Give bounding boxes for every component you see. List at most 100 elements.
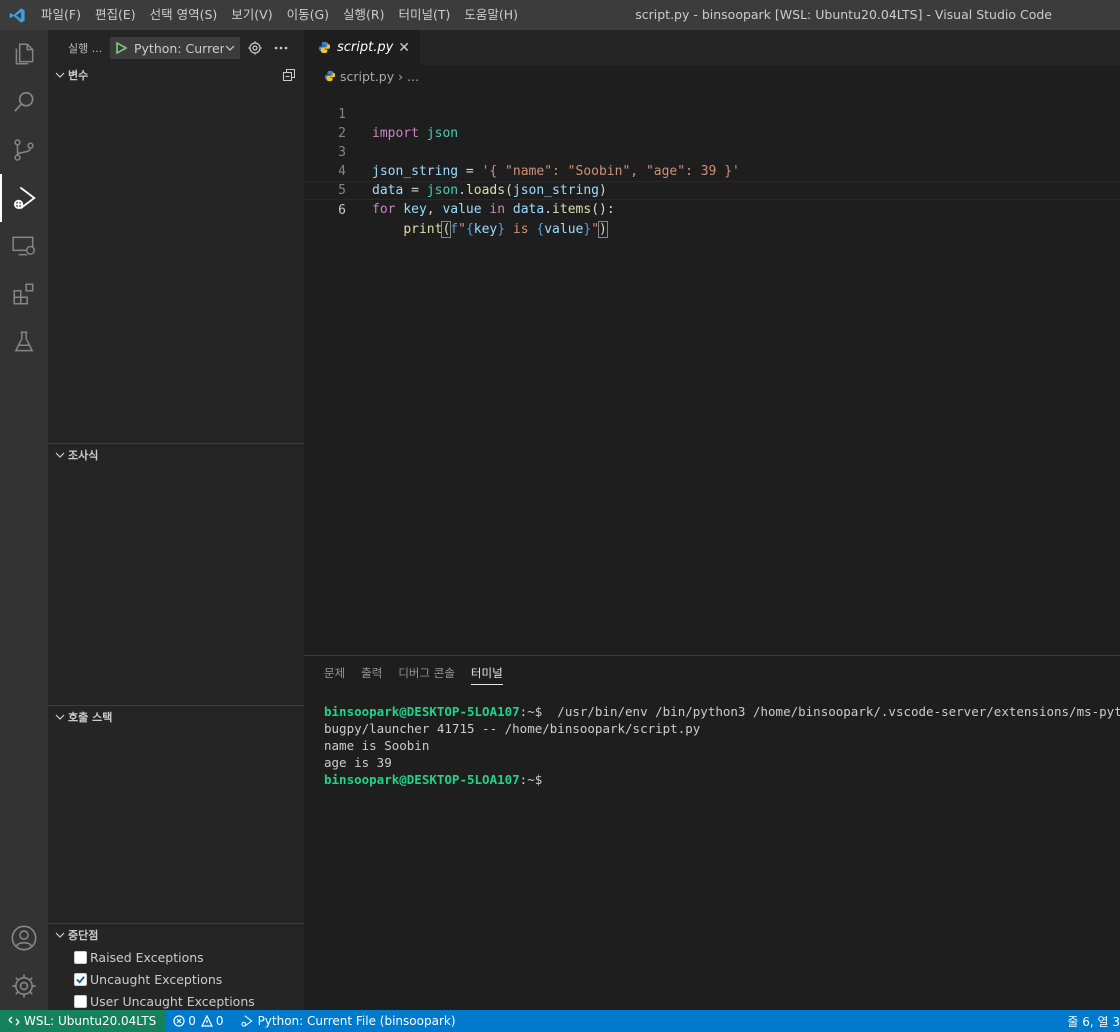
token-variable: key <box>473 222 498 237</box>
breakpoint-raised-exceptions[interactable]: Raised Exceptions <box>48 946 304 968</box>
watch-header[interactable]: 조사식 <box>48 444 304 466</box>
menu-run[interactable]: 실행(R) <box>336 0 391 30</box>
token-variable: data <box>512 202 545 217</box>
breakpoint-uncaught-exceptions[interactable]: Uncaught Exceptions <box>48 968 304 990</box>
breakpoints-section: 중단점 Raised Exceptions Uncaught Exception… <box>48 923 304 1012</box>
menu-help[interactable]: 도움말(H) <box>457 0 525 30</box>
activity-bar <box>0 30 48 1010</box>
remote-icon <box>8 1016 20 1026</box>
remote-label: WSL: Ubuntu20.04LTS <box>24 1014 157 1028</box>
accounts-icon[interactable] <box>0 914 48 962</box>
tab-terminal[interactable]: 터미널 <box>463 656 511 691</box>
breadcrumb-more[interactable]: ... <box>407 69 419 84</box>
callstack-header[interactable]: 호출 스택 <box>48 706 304 728</box>
vscode-window: 파일(F) 편집(E) 선택 영역(S) 보기(V) 이동(G) 실행(R) 터… <box>0 0 1120 1032</box>
sidebar-title: 실행 ... <box>68 41 103 55</box>
tab-label: script.py <box>337 40 394 55</box>
warning-icon <box>200 1015 213 1027</box>
terminal-line: binsoopark@DESKTOP-5LOA107:~$ /usr/bin/e… <box>324 703 1120 720</box>
variables-header[interactable]: 변수 <box>48 64 304 86</box>
start-debugging-icon[interactable] <box>114 41 128 55</box>
watch-title: 조사식 <box>68 449 99 462</box>
cursor-position[interactable]: 줄 6, 열 3 <box>1059 1010 1120 1032</box>
code-editor[interactable]: 1 import json 2 3 json_string = '{ "name… <box>304 86 1120 238</box>
token-keyword: in <box>489 202 506 217</box>
terminal-prompt-suffix: :~$ <box>519 772 543 787</box>
terminal-command: /usr/bin/env /bin/python3 /home/binsoopa… <box>557 704 1120 719</box>
checkbox[interactable] <box>74 994 87 1008</box>
error-icon <box>173 1015 185 1027</box>
source-control-icon[interactable] <box>0 126 48 174</box>
run-debug-icon[interactable] <box>0 174 48 222</box>
menu-terminal[interactable]: 터미널(T) <box>392 0 458 30</box>
launch-config-label: Python: Current File <box>134 40 224 56</box>
debug-icon <box>240 1015 253 1027</box>
token-function: items <box>552 202 592 217</box>
close-icon[interactable]: ✕ <box>398 40 410 56</box>
debug-config-label: Python: Current File (binsoopark) <box>257 1014 456 1028</box>
settings-gear-icon[interactable] <box>246 39 264 57</box>
token-punct: (): <box>591 202 615 217</box>
tab-terminal-label: 터미널 <box>470 666 503 685</box>
breadcrumb-file[interactable]: script.py <box>340 69 394 84</box>
breakpoints-header[interactable]: 중단점 <box>48 924 304 946</box>
token-bracket-match: ) <box>598 221 608 238</box>
vscode-logo-icon <box>0 0 34 30</box>
chevron-down-icon <box>52 70 68 80</box>
token-brace: } <box>583 222 592 237</box>
line-number: 6 <box>338 203 346 218</box>
manage-gear-icon[interactable] <box>0 962 48 1010</box>
panel-tabs: 문제 출력 디버그 콘솔 터미널 <box>304 656 1120 691</box>
remote-explorer-icon[interactable] <box>0 222 48 270</box>
explorer-icon[interactable] <box>0 30 48 78</box>
callstack-title: 호출 스택 <box>68 711 113 724</box>
breakpoints-title: 중단점 <box>68 929 99 942</box>
bottom-panel: 문제 출력 디버그 콘솔 터미널 binsoopark@DESKTOP-5LOA… <box>304 655 1120 1010</box>
breakpoint-label: Raised Exceptions <box>90 949 204 965</box>
menu-selection[interactable]: 선택 영역(S) <box>143 0 225 30</box>
menu-view[interactable]: 보기(V) <box>224 0 279 30</box>
terminal[interactable]: binsoopark@DESKTOP-5LOA107:~$ /usr/bin/e… <box>324 703 1120 788</box>
problems-indicator[interactable]: 0 0 <box>165 1010 231 1032</box>
menu-file[interactable]: 파일(F) <box>34 0 88 30</box>
extensions-icon[interactable] <box>0 270 48 318</box>
editor-area: script.py ✕ script.py › ... 1 import jso… <box>304 30 1120 655</box>
debug-config-indicator[interactable]: Python: Current File (binsoopark) <box>232 1010 464 1032</box>
code-line: 5 for key, value in data.items(): <box>304 162 1120 217</box>
token-brace: { <box>465 222 474 237</box>
token-variable: key <box>403 202 427 217</box>
menu-edit[interactable]: 편집(E) <box>88 0 143 30</box>
tab-problems[interactable]: 문제 <box>316 656 353 691</box>
chevron-down-icon <box>52 450 68 460</box>
launch-config-select[interactable]: Python: Current File <box>110 37 240 59</box>
status-right: 줄 6, 열 3 <box>1059 1010 1120 1032</box>
testing-icon[interactable] <box>0 318 48 366</box>
token-string: " <box>591 222 600 237</box>
more-actions-icon[interactable] <box>272 39 290 57</box>
sidebar-header: 실행 ... Python: Current File <box>48 30 304 65</box>
tab-script-py[interactable]: script.py ✕ <box>304 30 420 65</box>
remote-indicator[interactable]: WSL: Ubuntu20.04LTS <box>0 1010 166 1032</box>
menu-go[interactable]: 이동(G) <box>280 0 336 30</box>
checkbox[interactable] <box>74 950 87 964</box>
checkbox-checked[interactable] <box>74 972 87 986</box>
chevron-down-icon <box>225 45 235 51</box>
search-icon[interactable] <box>0 78 48 126</box>
tab-debug-console[interactable]: 디버그 콘솔 <box>390 656 463 691</box>
code-line: 1 import json <box>304 86 1120 141</box>
python-file-icon <box>324 70 336 82</box>
breakpoint-user-uncaught-exceptions[interactable]: User Uncaught Exceptions <box>48 990 304 1012</box>
code-line: 4 data = json.loads(json_string) <box>304 143 1120 198</box>
terminal-output: name is Soobin <box>324 738 430 753</box>
terminal-output: age is 39 <box>324 755 392 770</box>
breakpoint-label: Uncaught Exceptions <box>90 971 223 987</box>
error-count: 0 <box>188 1014 196 1028</box>
code-line: 2 <box>304 105 1120 141</box>
token-string: " <box>458 222 466 237</box>
terminal-line: binsoopark@DESKTOP-5LOA107:~$ <box>324 771 1120 788</box>
tab-output[interactable]: 출력 <box>353 656 390 691</box>
window-title: script.py - binsoopark [WSL: Ubuntu20.04… <box>635 7 1052 22</box>
variables-title: 변수 <box>68 69 89 82</box>
chevron-down-icon <box>52 930 68 940</box>
collapse-all-icon[interactable] <box>282 68 296 86</box>
